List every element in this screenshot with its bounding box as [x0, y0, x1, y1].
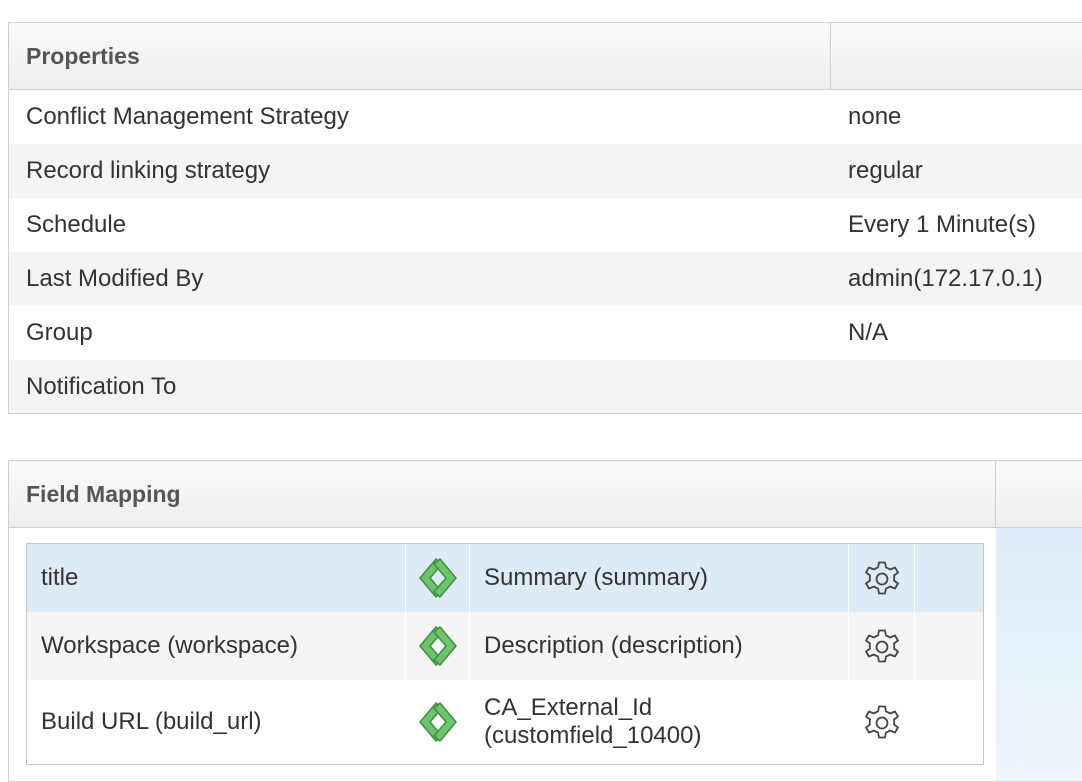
- field-mapping-header-right: [996, 461, 1082, 527]
- property-value: N/A: [848, 319, 889, 346]
- target-field: Summary (summary): [470, 544, 849, 612]
- property-key: Conflict Management Strategy: [26, 103, 349, 130]
- property-key: Last Modified By: [26, 265, 204, 292]
- field-mapping-header: Field Mapping: [9, 461, 1082, 528]
- property-value: [831, 360, 1082, 413]
- bidirectional-sync-icon[interactable]: [417, 699, 459, 745]
- property-row-last-modified: Last Modified By admin(172.17.0.1): [9, 252, 1082, 306]
- property-value: Every 1 Minute(s): [848, 211, 1037, 238]
- property-value: none: [848, 103, 902, 130]
- source-field: title: [27, 544, 406, 612]
- target-field-line1: Description (description): [484, 632, 743, 659]
- bidirectional-sync-icon[interactable]: [417, 555, 459, 601]
- gear-icon[interactable]: [862, 702, 902, 742]
- property-row-linking: Record linking strategy regular: [9, 144, 1082, 198]
- property-row-conflict: Conflict Management Strategy none: [9, 90, 1082, 144]
- target-field: CA_External_Id (customfield_10400): [470, 680, 849, 764]
- properties-panel: Properties Conflict Management Strategy …: [8, 22, 1082, 414]
- mapping-row[interactable]: Workspace (workspace) Description (descr…: [27, 612, 983, 680]
- property-row-schedule: Schedule Every 1 Minute(s): [9, 198, 1082, 252]
- properties-header: Properties: [9, 23, 1082, 90]
- mapping-row[interactable]: Build URL (build_url) CA_External_Id (cu…: [27, 680, 983, 764]
- source-field: Workspace (workspace): [27, 612, 406, 680]
- gear-icon[interactable]: [862, 558, 902, 598]
- field-mapping-side-panel: [996, 528, 1082, 781]
- field-mapping-body: title Summary (summary) Workspace (works…: [9, 528, 1082, 781]
- gear-icon[interactable]: [862, 626, 902, 666]
- bidirectional-sync-icon[interactable]: [417, 623, 459, 669]
- field-mapping-table: title Summary (summary) Workspace (works…: [26, 543, 984, 765]
- property-key: Notification To: [26, 372, 177, 400]
- property-value: admin(172.17.0.1): [848, 265, 1043, 292]
- properties-title: Properties: [9, 23, 831, 89]
- field-mapping-title: Field Mapping: [9, 461, 996, 527]
- field-mapping-panel: Field Mapping title Summary (summary) Wo…: [8, 460, 1082, 782]
- target-field-line1: CA_External_Id: [484, 694, 653, 721]
- source-field: Build URL (build_url): [27, 680, 406, 764]
- property-key: Schedule: [26, 211, 127, 238]
- property-key: Group: [26, 319, 93, 346]
- property-value: regular: [848, 157, 923, 184]
- target-field-line1: Summary (summary): [484, 564, 709, 591]
- mapping-row[interactable]: title Summary (summary): [27, 544, 983, 612]
- property-key: Record linking strategy: [26, 157, 271, 184]
- property-row-notification: Notification To: [9, 360, 1082, 413]
- properties-header-value-col: [831, 23, 1082, 89]
- target-field-line2: (customfield_10400): [484, 722, 702, 749]
- target-field: Description (description): [470, 612, 849, 680]
- property-row-group: Group N/A: [9, 306, 1082, 360]
